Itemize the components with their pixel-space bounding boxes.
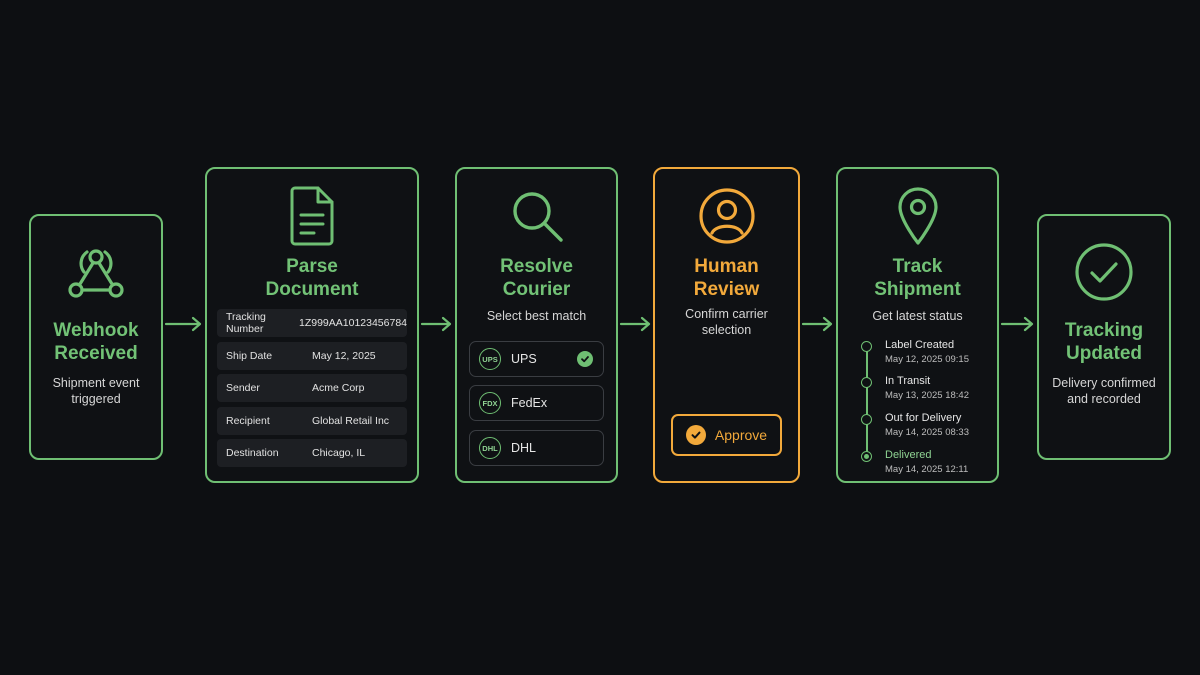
check-circle-icon — [1039, 241, 1169, 303]
step-subtitle: Shipment event triggered — [52, 376, 140, 406]
field-row-destination: Destination Chicago, IL — [217, 439, 407, 467]
timeline-dot — [861, 377, 872, 388]
flow-arrow — [801, 316, 833, 332]
timeline-item: Label Created May 12, 2025 09:15 — [858, 339, 989, 369]
courier-option-ups[interactable]: UPS UPS — [469, 341, 604, 377]
search-icon — [457, 187, 616, 245]
step-resolve-courier: Resolve Courier Select best match UPS UP… — [455, 167, 618, 483]
timeline-item-current: Delivered May 14, 2025 12:11 — [858, 449, 989, 479]
user-icon — [655, 186, 798, 246]
step-title: Parse Document — [265, 256, 359, 300]
step-subtitle: Confirm carrier selection — [685, 307, 768, 337]
step-parse-document: Parse Document Tracking Number 1Z999AA10… — [205, 167, 419, 483]
selected-check-icon — [577, 351, 593, 367]
step-track-shipment: Track Shipment Get latest status Label C… — [836, 167, 999, 483]
fedex-logo-icon: FDX — [479, 392, 501, 414]
timeline-dot — [861, 341, 872, 352]
step-subtitle: Delivery confirmed and recorded — [1052, 376, 1156, 406]
timeline-dot — [861, 414, 872, 425]
document-icon — [207, 185, 417, 247]
step-title: Tracking Updated — [1064, 320, 1144, 364]
approve-button[interactable]: Approve — [671, 414, 782, 456]
ups-logo-icon: UPS — [479, 348, 501, 370]
step-title: Human Review — [693, 256, 760, 300]
step-title: Track Shipment — [874, 256, 961, 300]
step-subtitle: Select best match — [486, 309, 587, 323]
field-row-recipient: Recipient Global Retail Inc — [217, 407, 407, 435]
step-title: Resolve Courier — [500, 256, 573, 300]
field-row-tracking-number: Tracking Number 1Z999AA10123456784 — [217, 309, 407, 337]
timeline-item: Out for Delivery May 14, 2025 08:33 — [858, 412, 989, 442]
timeline-item: In Transit May 13, 2025 18:42 — [858, 375, 989, 405]
step-subtitle: Get latest status — [872, 309, 963, 323]
field-row-sender: Sender Acme Corp — [217, 374, 407, 402]
field-row-ship-date: Ship Date May 12, 2025 — [217, 342, 407, 370]
step-webhook-received: Webhook Received Shipment event triggere… — [29, 214, 163, 460]
flow-arrow — [420, 316, 452, 332]
approve-check-icon — [685, 425, 706, 445]
timeline-dot-active — [861, 451, 872, 462]
flow-arrow — [164, 316, 202, 332]
step-human-review: Human Review Confirm carrier selection A… — [653, 167, 800, 483]
webhook-icon — [31, 242, 161, 306]
location-pin-icon — [838, 186, 997, 246]
flow-arrow — [1000, 316, 1034, 332]
step-tracking-updated: Tracking Updated Delivery confirmed and … — [1037, 214, 1171, 460]
courier-option-dhl[interactable]: DHL DHL — [469, 430, 604, 466]
dhl-logo-icon: DHL — [479, 437, 501, 459]
flow-arrow — [619, 316, 651, 332]
courier-option-fedex[interactable]: FDX FedEx — [469, 385, 604, 421]
step-title: Webhook Received — [53, 320, 139, 364]
